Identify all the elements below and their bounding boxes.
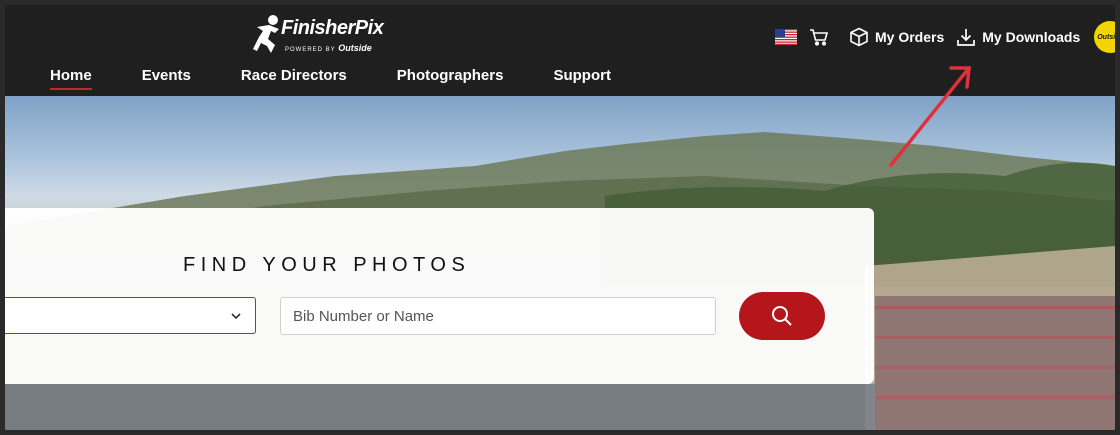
event-select[interactable]: [5, 297, 256, 334]
nav-events[interactable]: Events: [142, 67, 191, 90]
my-downloads-label: My Downloads: [982, 29, 1081, 45]
main-nav: Home Events Race Directors Photographers…: [50, 67, 661, 90]
box-icon: [850, 27, 868, 47]
nav-race-directors[interactable]: Race Directors: [241, 67, 347, 90]
search-icon: [772, 306, 792, 326]
user-avatar[interactable]: Outside: [1094, 21, 1115, 53]
my-orders-link[interactable]: My Orders: [849, 27, 944, 47]
my-downloads-link[interactable]: My Downloads: [956, 27, 1080, 47]
us-flag-icon[interactable]: [775, 29, 797, 45]
bib-search-input[interactable]: [280, 297, 716, 335]
header-tools: My Orders My Downloads Outside: [775, 21, 1115, 53]
download-icon: [957, 29, 976, 46]
nav-home[interactable]: Home: [50, 67, 92, 90]
annotation-arrow: [889, 66, 971, 167]
chevron-down-icon: [231, 313, 241, 320]
find-photos-title: FIND YOUR PHOTOS: [183, 254, 471, 276]
browser-viewport: FinisherPix POWERED BY Outside Home Even…: [5, 5, 1115, 430]
runner-logo-icon: [253, 15, 279, 53]
finisherpix-logo[interactable]: FinisherPix POWERED BY Outside: [251, 13, 401, 59]
brand-tagline: POWERED BY Outside: [285, 43, 372, 53]
nav-support[interactable]: Support: [553, 67, 611, 90]
cart-icon[interactable]: [809, 28, 829, 46]
partner-name: Outside: [338, 43, 372, 53]
nav-photographers[interactable]: Photographers: [397, 67, 504, 90]
find-photos-card: FIND YOUR PHOTOS: [5, 208, 874, 384]
my-orders-label: My Orders: [875, 29, 945, 45]
brand-name: FinisherPix: [281, 17, 384, 39]
search-button[interactable]: [739, 292, 825, 340]
